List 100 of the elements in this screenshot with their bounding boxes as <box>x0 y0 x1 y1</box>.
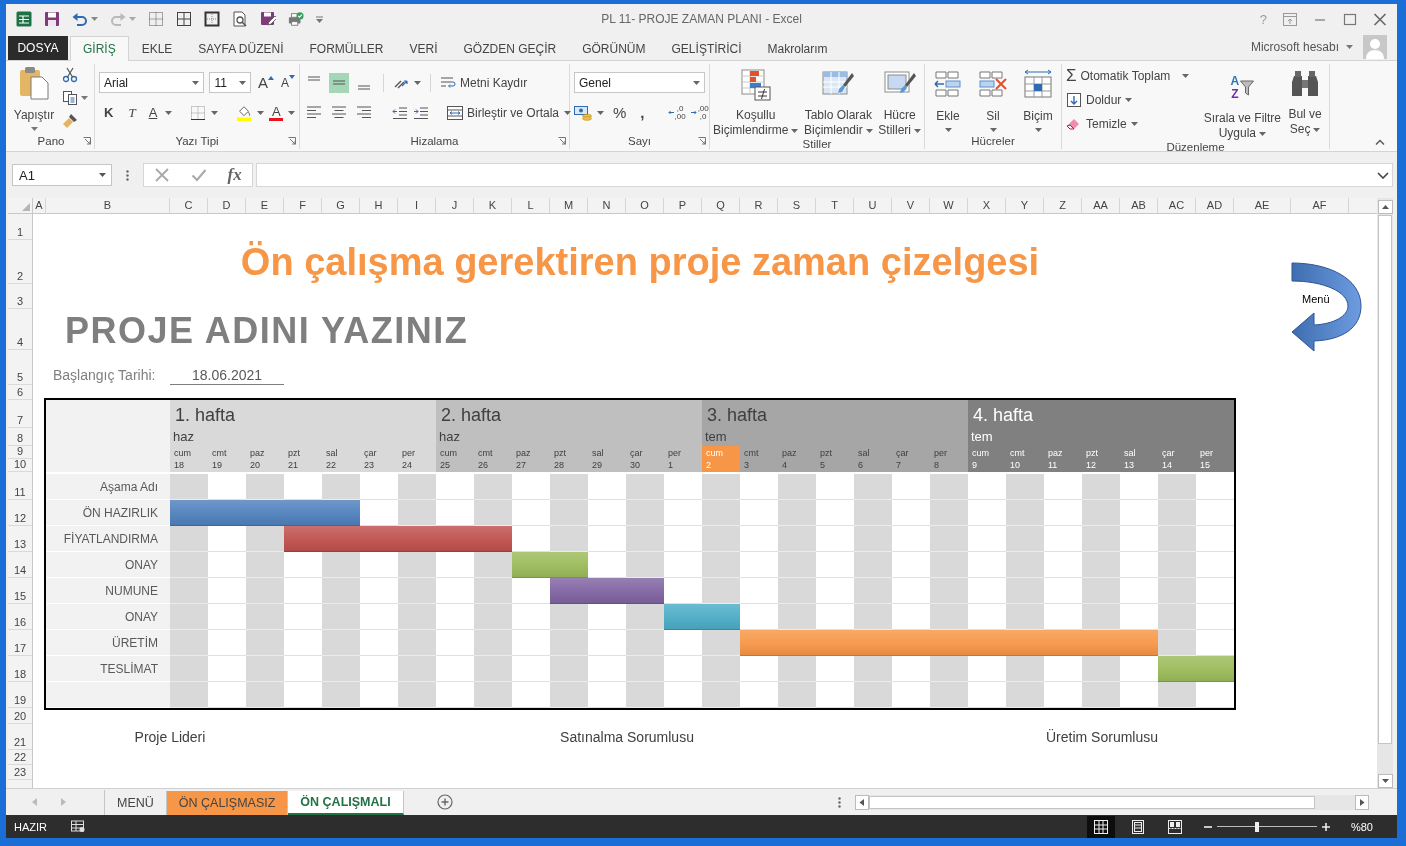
file-tab[interactable]: DOSYA <box>8 36 68 60</box>
borders-icon[interactable] <box>190 104 207 121</box>
column-header[interactable]: O <box>626 198 664 213</box>
column-header[interactable]: G <box>322 198 360 213</box>
autosum-button[interactable]: Σ Otomatik Toplam <box>1066 66 1200 85</box>
caret-icon[interactable] <box>288 110 296 115</box>
caret-icon[interactable] <box>564 110 572 115</box>
zoom-level[interactable]: %80 <box>1350 820 1373 833</box>
decrease-decimal-button[interactable]: ,00 ,0 <box>690 104 709 121</box>
grid-icon[interactable] <box>176 11 192 27</box>
font-color-button[interactable]: A <box>269 104 284 121</box>
sheet-tab[interactable]: ÖN ÇALIŞMALI <box>288 790 404 815</box>
caret-icon[interactable] <box>165 110 173 115</box>
ribbon-tab[interactable]: GELİŞTİRİCİ <box>658 36 755 60</box>
row-header[interactable]: 15 <box>8 578 32 604</box>
column-header[interactable]: Q <box>702 198 740 213</box>
formula-input[interactable] <box>256 163 1393 187</box>
vertical-scrollbar[interactable] <box>1377 198 1393 788</box>
row-header[interactable]: 8 <box>8 428 32 446</box>
column-header[interactable]: C <box>170 198 208 213</box>
row-header[interactable]: 4 <box>8 309 32 350</box>
row-header[interactable]: 5 <box>8 350 32 385</box>
caret-icon[interactable] <box>257 110 265 115</box>
scrollbar-thumb[interactable] <box>1378 215 1392 744</box>
increase-indent-icon[interactable] <box>413 104 429 121</box>
column-header[interactable]: T <box>816 198 854 213</box>
format-button[interactable]: Biçim <box>1018 64 1058 133</box>
name-box[interactable]: A1 <box>12 164 112 186</box>
row-header[interactable]: 23 <box>8 765 32 780</box>
row-header[interactable]: 19 <box>8 682 32 708</box>
paint-bucket-icon[interactable] <box>236 104 253 121</box>
plus-icon[interactable] <box>1320 821 1331 832</box>
ribbon-tab[interactable]: GÖZDEN GEÇİR <box>450 36 570 60</box>
row-header[interactable]: 18 <box>8 656 32 682</box>
underline-button[interactable]: A <box>145 105 161 120</box>
ribbon-tab[interactable]: GİRİŞ <box>70 36 129 61</box>
sheet-tab[interactable]: ÖN ÇALIŞMASIZ <box>166 790 289 815</box>
undo-icon[interactable] <box>72 11 88 27</box>
dialog-launcher-icon[interactable] <box>698 137 706 145</box>
vertical-dots-icon[interactable] <box>837 796 841 808</box>
column-header[interactable]: A <box>33 198 46 213</box>
column-header[interactable]: N <box>588 198 626 213</box>
spreadsheet-icon[interactable] <box>16 11 32 27</box>
column-header[interactable]: AA <box>1082 198 1120 213</box>
bold-button[interactable]: K <box>99 105 119 120</box>
ribbon-tab[interactable]: EKLE <box>128 36 186 60</box>
caret-icon[interactable] <box>414 80 421 85</box>
caret-icon[interactable] <box>597 110 604 115</box>
row-header[interactable]: 7 <box>8 400 32 428</box>
font-name-field[interactable]: Arial <box>99 72 205 93</box>
row-header[interactable]: 11 <box>8 472 32 500</box>
ribbon-tab[interactable]: FORMÜLLER <box>296 36 397 60</box>
column-header[interactable]: R <box>740 198 778 213</box>
row-header[interactable]: 2 <box>8 240 32 284</box>
find-select-button[interactable]: Bul ve Seç <box>1285 66 1325 141</box>
format-as-table-button[interactable]: Tablo Olarak Biçimlendir <box>804 64 873 138</box>
caret-icon[interactable] <box>91 17 98 21</box>
sheet-tab[interactable]: MENÜ <box>105 790 167 815</box>
zoom-thumb[interactable] <box>1254 821 1259 832</box>
column-header[interactable]: L <box>512 198 550 213</box>
delete-button[interactable]: Sil <box>973 64 1013 133</box>
wrap-text-button[interactable]: Metni Kaydır <box>440 74 528 91</box>
zoom-slider[interactable] <box>1216 819 1317 834</box>
shrink-font-button[interactable]: A <box>281 72 295 93</box>
column-header[interactable]: AE <box>1234 198 1291 213</box>
column-header[interactable]: P <box>664 198 702 213</box>
column-header[interactable]: J <box>436 198 474 213</box>
increase-decimal-button[interactable]: ,0 ,00 <box>667 104 686 121</box>
merge-center-button[interactable]: Birleştir ve Ortala <box>447 104 560 121</box>
row-header[interactable]: 10 <box>8 459 32 472</box>
column-header[interactable]: V <box>892 198 930 213</box>
border-icon[interactable] <box>204 11 220 27</box>
decrease-indent-icon[interactable] <box>392 104 408 121</box>
row-header[interactable]: 6 <box>8 385 32 400</box>
start-date-value[interactable]: 18.06.2021 <box>170 367 284 385</box>
check-icon[interactable] <box>190 167 207 183</box>
caret-icon[interactable] <box>81 96 88 100</box>
column-header[interactable]: Z <box>1044 198 1082 213</box>
dialog-launcher-icon[interactable] <box>83 137 91 145</box>
column-header[interactable]: F <box>284 198 322 213</box>
row-header[interactable]: 3 <box>8 284 32 309</box>
comma-button[interactable]: , <box>635 104 650 121</box>
row-header[interactable]: 20 <box>8 708 32 724</box>
percent-button[interactable]: % <box>609 104 631 121</box>
column-header[interactable]: K <box>474 198 512 213</box>
row-header[interactable]: 16 <box>8 604 32 630</box>
ribbon-tab[interactable]: GÖRÜNÜM <box>569 36 659 60</box>
vertical-dots-icon[interactable] <box>126 169 129 181</box>
plus-circle-icon[interactable] <box>436 794 453 810</box>
column-header[interactable]: AC <box>1158 198 1196 213</box>
money-coins-icon[interactable] <box>574 104 592 121</box>
row-header[interactable]: 13 <box>8 526 32 552</box>
caret-icon[interactable] <box>211 110 219 115</box>
column-header[interactable]: M <box>550 198 588 213</box>
column-header[interactable]: Y <box>1006 198 1044 213</box>
number-format-field[interactable]: Genel <box>574 72 705 93</box>
row-header[interactable]: 17 <box>8 630 32 656</box>
table-icon[interactable] <box>71 820 85 833</box>
row-header[interactable]: 14 <box>8 552 32 578</box>
copy-icon[interactable] <box>62 90 78 106</box>
